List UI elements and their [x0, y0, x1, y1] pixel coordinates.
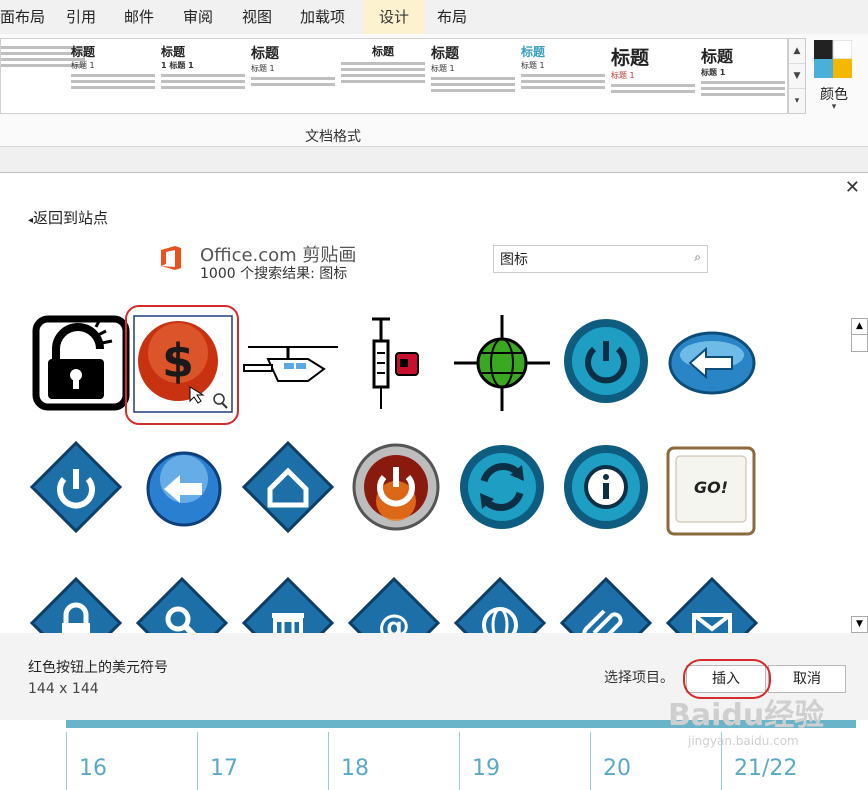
tab-review[interactable]: 审阅	[183, 0, 213, 34]
padlock-clip[interactable]	[26, 313, 130, 413]
search-diamond-clip[interactable]	[132, 575, 236, 633]
back-arrow-circle-clip[interactable]	[132, 439, 236, 539]
globe-crosshair-clip[interactable]	[450, 313, 554, 413]
globe-diamond-clip[interactable]	[450, 575, 554, 633]
close-icon[interactable]: ✕	[845, 177, 860, 198]
power-red-clip[interactable]	[344, 439, 448, 539]
date-cell[interactable]: 17	[197, 732, 328, 790]
date-cell[interactable]: 18	[328, 732, 459, 790]
selected-description: 红色按钮上的美元符号	[28, 660, 168, 676]
scroll-thumb[interactable]	[851, 334, 868, 352]
ribbon-tab-bar: 面布局 引用 邮件 审阅 视图 加载项 设计 布局	[0, 0, 868, 34]
gallery-down-icon[interactable]: ▼	[789, 64, 805, 89]
clipart-dialog: ✕ ◂返回到站点 Office.com 剪贴画 1000 个搜索结果: 图标 图…	[0, 172, 868, 722]
mail-diamond-clip[interactable]	[662, 575, 766, 633]
tab-page-layout[interactable]: 面布局	[0, 0, 45, 34]
style-thumb[interactable]: 标题 标题 1	[521, 43, 605, 107]
back-to-sites-link[interactable]: ◂返回到站点	[28, 207, 108, 228]
svg-text:@: @	[378, 607, 410, 633]
gallery-up-icon[interactable]: ▲	[789, 39, 805, 64]
scroll-down-icon[interactable]: ▼	[851, 616, 868, 633]
style-thumb[interactable]: 标题 标题 1	[701, 43, 785, 107]
ribbon-panel: 标题 标题 1 标题 1 标题 1 标题 标题 1 标题 标题 标题 1 标题 …	[0, 34, 868, 147]
paperclip-diamond-clip[interactable]	[556, 575, 660, 633]
tab-view[interactable]: 视图	[242, 0, 272, 34]
scroll-up-icon[interactable]: ▲	[851, 318, 868, 335]
lock-diamond-clip[interactable]	[26, 575, 130, 633]
tab-references[interactable]: 引用	[66, 0, 96, 34]
search-input[interactable]: 图标 ⌕	[493, 245, 708, 273]
watermark: Baidu经验 jingyan.baidu.com	[668, 698, 825, 748]
back-arrow-oval-clip[interactable]	[662, 313, 766, 413]
style-thumb[interactable]: 标题 标题 1	[71, 43, 155, 107]
go-label: GO!	[693, 478, 729, 497]
selected-dimensions: 144 x 144	[28, 681, 99, 697]
info-circle-clip[interactable]	[556, 439, 660, 539]
style-thumb[interactable]: 标题	[341, 43, 425, 107]
tab-layout[interactable]: 布局	[437, 0, 467, 34]
status-text: 选择项目。	[604, 670, 674, 686]
color-palette-icon	[814, 40, 852, 78]
results-scrollbar[interactable]: ▲ ▼	[851, 318, 868, 636]
power-diamond-clip[interactable]	[26, 439, 130, 539]
tab-addins[interactable]: 加载项	[300, 0, 345, 34]
colors-button[interactable]: 颜色 ▾	[812, 38, 860, 122]
tab-mailings[interactable]: 邮件	[124, 0, 154, 34]
colors-label: 颜色	[820, 87, 848, 103]
search-icon[interactable]: ⌕	[694, 250, 701, 265]
gallery-scroll[interactable]: ▲ ▼ ▾	[788, 38, 806, 114]
helicopter-clip[interactable]	[238, 313, 342, 413]
trash-diamond-clip[interactable]	[238, 575, 342, 633]
home-diamond-clip[interactable]	[238, 439, 342, 539]
date-cell[interactable]: 16	[66, 732, 197, 790]
selection-highlight	[125, 305, 239, 425]
at-sign-diamond-clip[interactable]: @	[344, 575, 448, 633]
style-thumb[interactable]: 标题 标题 1	[611, 43, 695, 107]
chevron-down-icon: ▾	[831, 102, 837, 112]
syringe-clip[interactable]	[344, 313, 448, 413]
office-logo-icon	[161, 246, 181, 270]
power-circle-clip[interactable]	[556, 313, 660, 413]
gallery-more-icon[interactable]: ▾	[789, 89, 805, 113]
workspace-background	[0, 147, 868, 172]
result-count: 1000 个搜索结果: 图标	[200, 266, 348, 282]
cancel-button[interactable]: 取消	[768, 665, 846, 693]
group-label: 文档格式	[305, 129, 361, 145]
refresh-circle-clip[interactable]	[450, 439, 554, 539]
go-button-clip[interactable]: GO!	[666, 446, 756, 536]
style-thumb[interactable]: 标题 1 标题 1	[161, 43, 245, 107]
tab-design[interactable]: 设计	[363, 0, 426, 34]
style-gallery: 标题 标题 1 标题 1 标题 1 标题 标题 1 标题 标题 标题 1 标题 …	[0, 38, 788, 114]
style-thumb[interactable]: 标题 标题 1	[431, 43, 515, 107]
style-thumb[interactable]: 标题 标题 1	[251, 43, 335, 107]
date-cell[interactable]: 19	[459, 732, 590, 790]
